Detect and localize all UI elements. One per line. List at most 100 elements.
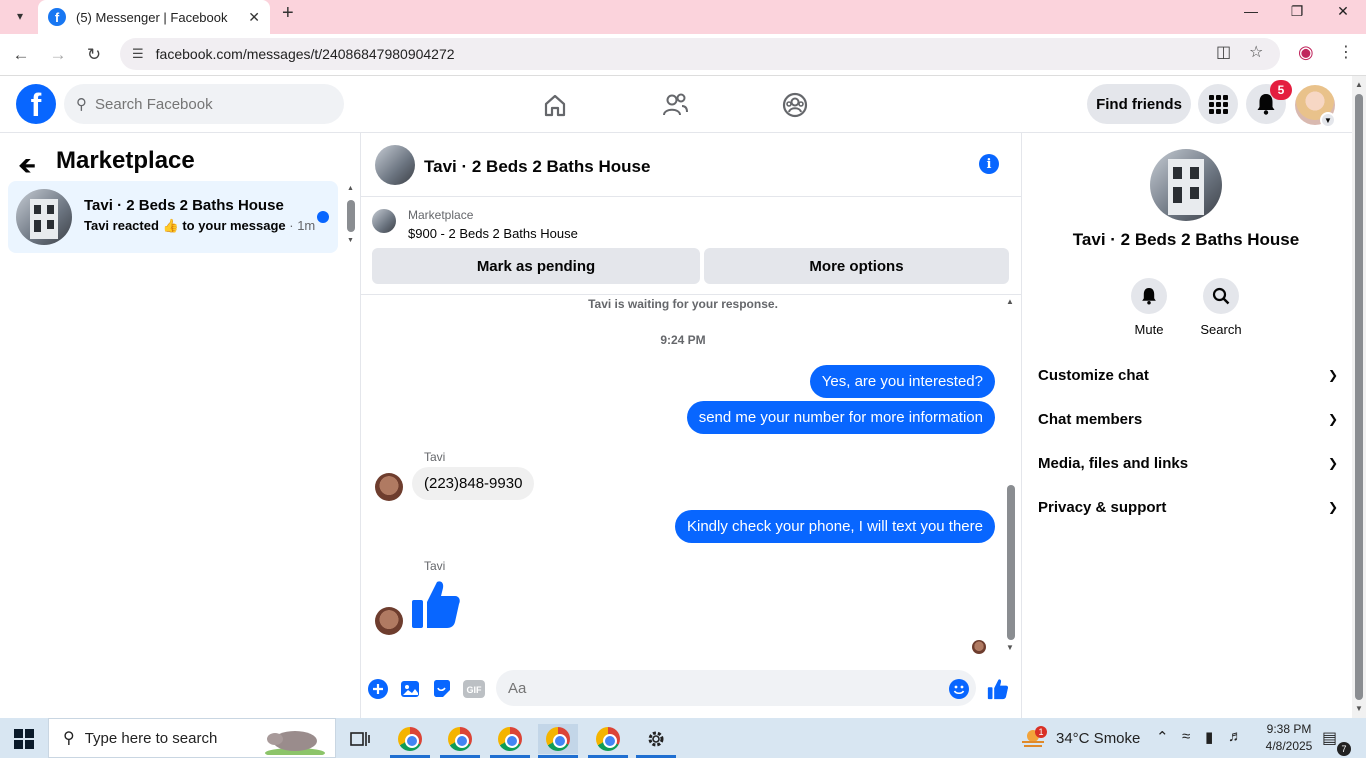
- site-info-icon[interactable]: ☰: [132, 46, 144, 62]
- browser-tab-active[interactable]: f (5) Messenger | Facebook ✕: [38, 0, 270, 34]
- message-bubble-outgoing[interactable]: Kindly check your phone, I will text you…: [675, 510, 995, 543]
- home-nav-icon[interactable]: [540, 90, 570, 120]
- privacy-support-section[interactable]: Privacy & support ❯: [1038, 492, 1338, 522]
- conversation-list-item[interactable]: Tavi · 2 Beds 2 Baths House Tavi reacted…: [8, 181, 338, 253]
- page-scrollbar-thumb[interactable]: [1355, 94, 1363, 700]
- conversation-info-icon[interactable]: i: [979, 154, 999, 174]
- profile-icon[interactable]: ◉: [1298, 42, 1314, 63]
- attach-photo-icon[interactable]: [398, 677, 422, 701]
- volume-icon[interactable]: ♬: [1228, 728, 1243, 745]
- action-center-icon[interactable]: ▤: [1322, 728, 1337, 748]
- account-chevron-icon[interactable]: ▼: [1320, 112, 1336, 128]
- message-composer: GIF: [361, 669, 1021, 709]
- taskbar-search-box[interactable]: ⚲ Type here to search: [48, 718, 336, 758]
- tab-search-icon[interactable]: ▾: [8, 5, 32, 27]
- chrome-profile-taskbar-icon[interactable]: [538, 724, 578, 754]
- thread-scroll-up-icon[interactable]: ▲: [1006, 297, 1014, 306]
- listing-thumbnail-small[interactable]: [372, 209, 396, 233]
- chrome-profile-taskbar-icon[interactable]: [490, 724, 530, 754]
- snippet-time: · 1m: [285, 218, 316, 233]
- mute-action[interactable]: Mute: [1119, 278, 1179, 337]
- chrome-profile-taskbar-icon[interactable]: [440, 724, 480, 754]
- new-tab-icon[interactable]: +: [282, 2, 294, 25]
- message-input[interactable]: [496, 670, 976, 706]
- chrome-taskbar-icon[interactable]: [390, 724, 430, 754]
- restore-icon[interactable]: ❐: [1274, 0, 1320, 22]
- groups-nav-icon[interactable]: [780, 90, 810, 120]
- thumbs-up-sticker-icon[interactable]: [411, 578, 461, 635]
- find-friends-button[interactable]: Find friends: [1087, 84, 1191, 124]
- conversation-details-panel: Tavi · 2 Beds 2 Baths House Mute Search …: [1022, 133, 1352, 718]
- thread-scroll-down-icon[interactable]: ▼: [1006, 643, 1014, 652]
- message-bubble-outgoing[interactable]: send me your number for more information: [686, 401, 995, 434]
- listing-thumbnail: [16, 189, 72, 245]
- unread-dot: [317, 211, 329, 223]
- chat-header-thumbnail[interactable]: [375, 145, 415, 185]
- bookmark-star-icon[interactable]: ☆: [1249, 42, 1263, 62]
- conversation-snippet: Tavi reacted 👍 to your message · 1m: [84, 218, 315, 234]
- search-action[interactable]: Search: [1191, 278, 1251, 337]
- marketplace-listing-banner: Marketplace $900 - 2 Beds 2 Baths House …: [361, 197, 1021, 295]
- section-label: Customize chat: [1038, 366, 1149, 384]
- message-bubble-incoming[interactable]: (223)848-9930: [412, 467, 535, 500]
- bell-icon: [1131, 278, 1167, 314]
- thread-scrollbar-thumb[interactable]: [1007, 485, 1015, 640]
- page-scroll-down-icon[interactable]: ▼: [1355, 704, 1363, 713]
- chat-header: Tavi · 2 Beds 2 Baths House i: [361, 133, 1021, 197]
- seen-receipt-avatar: [972, 640, 986, 654]
- peer-avatar[interactable]: [375, 607, 403, 635]
- panel-title: Marketplace: [56, 147, 195, 174]
- chevron-down-icon: ❯: [1327, 412, 1338, 426]
- task-view-icon[interactable]: [340, 724, 380, 754]
- media-files-links-section[interactable]: Media, files and links ❯: [1038, 448, 1338, 478]
- facebook-logo-icon[interactable]: f: [16, 84, 56, 124]
- taskbar-search-placeholder: Type here to search: [84, 729, 218, 747]
- wifi-icon[interactable]: ≈: [1182, 728, 1190, 745]
- windows-start-icon[interactable]: [14, 729, 34, 749]
- chat-members-section[interactable]: Chat members ❯: [1038, 404, 1338, 434]
- more-actions-plus-icon[interactable]: [366, 677, 390, 701]
- battery-icon[interactable]: ▮: [1205, 728, 1213, 746]
- address-bar[interactable]: ☰ facebook.com/messages/t/24086847980904…: [120, 38, 1280, 70]
- search-icon: ⚲: [76, 96, 87, 113]
- facebook-search-box[interactable]: ⚲: [64, 84, 344, 124]
- mark-as-pending-button[interactable]: Mark as pending: [372, 248, 700, 284]
- search-icon: [1203, 278, 1239, 314]
- browser-tab-bar: ▾ f (5) Messenger | Facebook ✕ + — ❐ ✕: [0, 0, 1366, 34]
- sender-label: Tavi: [424, 559, 446, 573]
- clock-time: 9:38 PM: [1266, 722, 1312, 736]
- listing-kind: Marketplace: [408, 208, 474, 222]
- page-scrollbar[interactable]: ▲ ▼: [1352, 76, 1366, 718]
- weather-badge: 1: [1035, 726, 1047, 738]
- message-bubble-outgoing[interactable]: Yes, are you interested?: [809, 365, 995, 398]
- more-options-button[interactable]: More options: [704, 248, 1009, 284]
- peer-avatar[interactable]: [375, 473, 403, 501]
- friends-nav-icon[interactable]: [660, 90, 690, 120]
- reload-icon[interactable]: ↻: [81, 42, 107, 68]
- emoji-icon[interactable]: [947, 677, 971, 701]
- tab-close-icon[interactable]: ✕: [248, 9, 260, 26]
- listing-price-title[interactable]: $900 - 2 Beds 2 Baths House: [408, 226, 578, 241]
- chat-header-name[interactable]: Tavi · 2 Beds 2 Baths House: [424, 157, 650, 177]
- left-scrollbar[interactable]: ▲ ▼: [346, 185, 356, 245]
- gif-icon[interactable]: GIF: [462, 677, 486, 701]
- chrome-profile-taskbar-icon[interactable]: [588, 724, 628, 754]
- window-close-icon[interactable]: ✕: [1320, 0, 1366, 22]
- facebook-search-input[interactable]: [95, 95, 315, 113]
- show-hidden-icons-chevron-icon[interactable]: ⌃: [1156, 728, 1169, 746]
- minimize-icon[interactable]: —: [1228, 0, 1274, 22]
- chat-panel: Tavi · 2 Beds 2 Baths House i Marketplac…: [361, 133, 1022, 718]
- send-like-icon[interactable]: [986, 677, 1010, 701]
- sticker-icon[interactable]: [430, 677, 454, 701]
- customize-chat-section[interactable]: Customize chat ❯: [1038, 360, 1338, 390]
- back-icon[interactable]: ←: [8, 42, 34, 68]
- install-app-icon[interactable]: ◫: [1216, 42, 1231, 62]
- details-listing-thumbnail[interactable]: [1150, 149, 1222, 221]
- settings-gear-icon[interactable]: [636, 724, 676, 754]
- page-scroll-up-icon[interactable]: ▲: [1355, 80, 1363, 89]
- forward-icon[interactable]: →: [45, 42, 71, 68]
- menu-grid-button[interactable]: [1198, 84, 1238, 124]
- taskbar-clock[interactable]: 9:38 PM 4/8/2025: [1258, 721, 1320, 755]
- menu-dots-icon[interactable]: ⋮: [1338, 42, 1354, 62]
- tab-title: (5) Messenger | Facebook: [76, 9, 228, 25]
